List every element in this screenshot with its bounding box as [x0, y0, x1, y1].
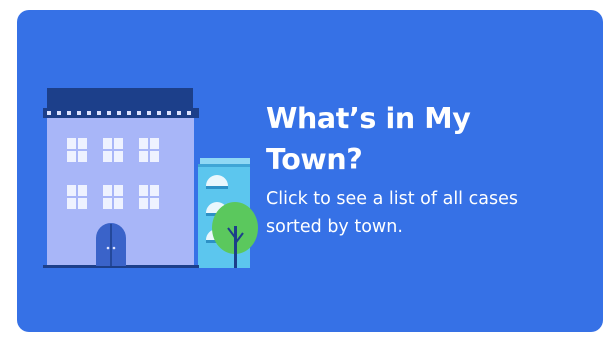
town-buildings-illustration	[43, 88, 258, 268]
card-description: Click to see a list of all cases sorted …	[266, 189, 518, 237]
towns-card[interactable]: What’s in My Town? Click to see a list o…	[17, 10, 603, 332]
card-title: What’s in My Town?	[266, 102, 471, 176]
main-building	[43, 88, 199, 268]
